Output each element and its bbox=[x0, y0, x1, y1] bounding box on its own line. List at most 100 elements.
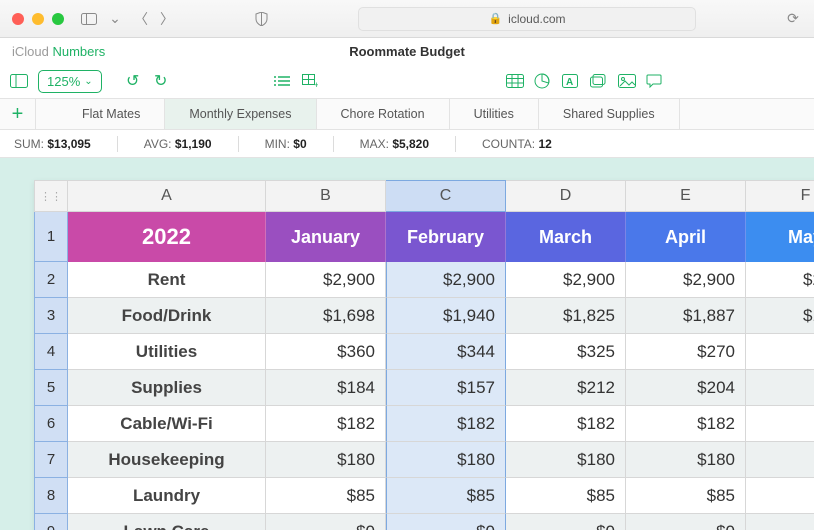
row-label-cell[interactable]: Rent bbox=[68, 262, 266, 298]
data-cell[interactable]: $1,940 bbox=[386, 298, 506, 334]
data-cell[interactable]: $0 bbox=[626, 514, 746, 530]
column-header[interactable]: A bbox=[68, 180, 266, 212]
chevron-down-icon[interactable]: ⌄ bbox=[106, 10, 124, 27]
column-header[interactable]: B bbox=[266, 180, 386, 212]
month-cell[interactable]: January bbox=[266, 212, 386, 262]
column-header[interactable]: C bbox=[386, 180, 506, 212]
shape-icon[interactable] bbox=[590, 74, 612, 88]
document-title[interactable]: Roommate Budget bbox=[349, 44, 465, 59]
undo-button[interactable]: ↺ bbox=[122, 71, 144, 91]
data-cell[interactable]: $180 bbox=[626, 442, 746, 478]
data-cell[interactable]: $270 bbox=[626, 334, 746, 370]
chart-icon[interactable] bbox=[534, 73, 556, 89]
data-cell[interactable]: $344 bbox=[386, 334, 506, 370]
row-header[interactable]: 2 bbox=[34, 262, 68, 298]
column-header[interactable]: E bbox=[626, 180, 746, 212]
row-label-cell[interactable]: Supplies bbox=[68, 370, 266, 406]
data-cell[interactable]: $180 bbox=[266, 442, 386, 478]
row-header[interactable]: 4 bbox=[34, 334, 68, 370]
column-header[interactable]: D bbox=[506, 180, 626, 212]
data-cell[interactable]: $2,900 bbox=[266, 262, 386, 298]
row-label-cell[interactable]: Lawn Care bbox=[68, 514, 266, 530]
data-cell[interactable]: $2,900 bbox=[626, 262, 746, 298]
data-cell[interactable]: $180 bbox=[746, 442, 814, 478]
data-cell[interactable]: $180 bbox=[386, 442, 506, 478]
text-box-icon[interactable]: A bbox=[562, 74, 584, 88]
row-label-cell[interactable]: Cable/Wi-Fi bbox=[68, 406, 266, 442]
data-cell[interactable]: $184 bbox=[266, 370, 386, 406]
data-cell[interactable]: $204 bbox=[626, 370, 746, 406]
data-cell[interactable]: $85 bbox=[386, 478, 506, 514]
comment-icon[interactable] bbox=[646, 74, 668, 88]
row-header[interactable]: 5 bbox=[34, 370, 68, 406]
year-cell[interactable]: 2022 bbox=[68, 212, 266, 262]
insert-table-icon[interactable]: + bbox=[302, 74, 324, 88]
select-all-corner[interactable]: ⋮⋮ bbox=[34, 180, 68, 212]
data-cell[interactable]: $191 bbox=[746, 370, 814, 406]
data-cell[interactable]: $0 bbox=[266, 514, 386, 530]
row-header[interactable]: 1 bbox=[34, 212, 68, 262]
data-cell[interactable]: $264 bbox=[746, 334, 814, 370]
forward-button[interactable]: 〉 bbox=[158, 9, 176, 29]
row-label-cell[interactable]: Laundry bbox=[68, 478, 266, 514]
data-cell[interactable]: $1,887 bbox=[626, 298, 746, 334]
table-format-icon[interactable] bbox=[506, 74, 528, 88]
sheet-tab-monthly-expenses[interactable]: Monthly Expenses bbox=[165, 99, 316, 129]
data-cell[interactable]: $325 bbox=[506, 334, 626, 370]
image-icon[interactable] bbox=[618, 74, 640, 88]
row-label-cell[interactable]: Food/Drink bbox=[68, 298, 266, 334]
month-cell[interactable]: April bbox=[626, 212, 746, 262]
data-cell[interactable]: $0 bbox=[746, 514, 814, 530]
row-label-cell[interactable]: Utilities bbox=[68, 334, 266, 370]
row-header[interactable]: 9 bbox=[34, 514, 68, 530]
minimize-window-button[interactable] bbox=[32, 13, 44, 25]
data-cell[interactable]: $0 bbox=[506, 514, 626, 530]
sheet-tab-utilities[interactable]: Utilities bbox=[450, 99, 539, 129]
row-header[interactable]: 8 bbox=[34, 478, 68, 514]
redo-button[interactable]: ↻ bbox=[150, 71, 172, 91]
column-header[interactable]: F bbox=[746, 180, 814, 212]
spreadsheet-canvas[interactable]: ⋮⋮ A B C D E F 1 2022 January February M… bbox=[0, 158, 814, 530]
reload-button[interactable]: ⟳ bbox=[784, 10, 802, 27]
data-cell[interactable]: $2,900 bbox=[746, 262, 814, 298]
data-cell[interactable]: $1,825 bbox=[506, 298, 626, 334]
row-label-cell[interactable]: Housekeeping bbox=[68, 442, 266, 478]
data-cell[interactable]: $85 bbox=[506, 478, 626, 514]
back-button[interactable]: 〈 bbox=[132, 9, 150, 29]
address-bar[interactable]: 🔒 icloud.com bbox=[358, 7, 696, 31]
close-window-button[interactable] bbox=[12, 13, 24, 25]
data-cell[interactable]: $2,900 bbox=[506, 262, 626, 298]
month-cell[interactable]: February bbox=[386, 212, 506, 262]
data-cell[interactable]: $2,900 bbox=[386, 262, 506, 298]
add-sheet-button[interactable]: + bbox=[0, 99, 36, 129]
row-header[interactable]: 6 bbox=[34, 406, 68, 442]
data-cell[interactable]: $85 bbox=[266, 478, 386, 514]
list-icon[interactable] bbox=[274, 75, 296, 87]
month-cell[interactable]: March bbox=[506, 212, 626, 262]
data-cell[interactable]: $182 bbox=[746, 406, 814, 442]
data-cell[interactable]: $212 bbox=[506, 370, 626, 406]
sidebar-toggle-icon[interactable] bbox=[80, 13, 98, 25]
row-header[interactable]: 3 bbox=[34, 298, 68, 334]
sheet-tab-chore-rotation[interactable]: Chore Rotation bbox=[317, 99, 450, 129]
data-cell[interactable]: $0 bbox=[386, 514, 506, 530]
data-cell[interactable]: $182 bbox=[266, 406, 386, 442]
shield-icon[interactable] bbox=[252, 12, 270, 26]
sheet-tab-flat-mates[interactable]: Flat Mates bbox=[36, 99, 165, 129]
zoom-selector[interactable]: 125% ⌄ bbox=[38, 70, 102, 93]
panel-toggle-icon[interactable] bbox=[10, 74, 32, 88]
data-cell[interactable]: $360 bbox=[266, 334, 386, 370]
data-cell[interactable]: $182 bbox=[386, 406, 506, 442]
row-header[interactable]: 7 bbox=[34, 442, 68, 478]
data-cell[interactable]: $182 bbox=[626, 406, 746, 442]
data-cell[interactable]: $1,745 bbox=[746, 298, 814, 334]
zoom-window-button[interactable] bbox=[52, 13, 64, 25]
data-cell[interactable]: $85 bbox=[626, 478, 746, 514]
data-cell[interactable]: $157 bbox=[386, 370, 506, 406]
data-cell[interactable]: $1,698 bbox=[266, 298, 386, 334]
sheet-tab-shared-supplies[interactable]: Shared Supplies bbox=[539, 99, 680, 129]
data-cell[interactable]: $85 bbox=[746, 478, 814, 514]
data-cell[interactable]: $180 bbox=[506, 442, 626, 478]
month-cell[interactable]: May bbox=[746, 212, 814, 262]
data-cell[interactable]: $182 bbox=[506, 406, 626, 442]
